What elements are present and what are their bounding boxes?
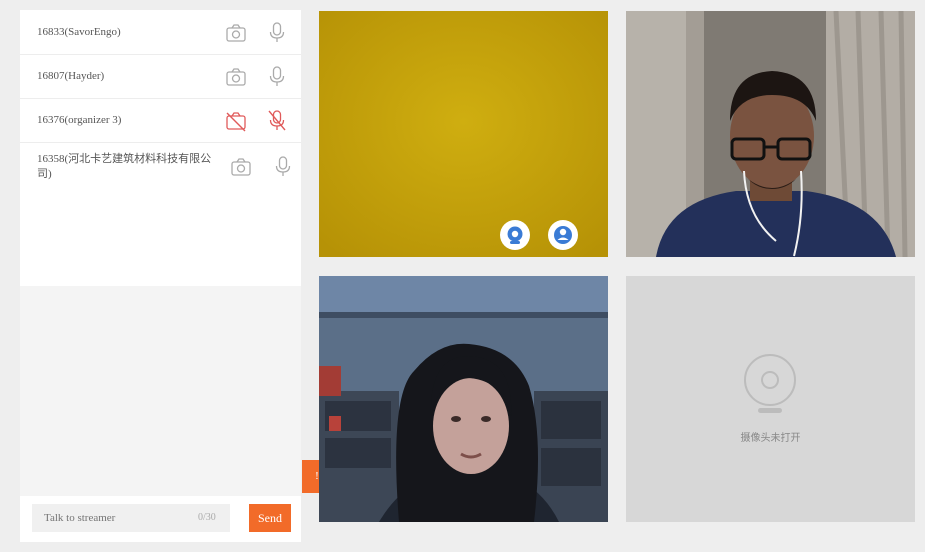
participant-row: 16833(SavorEngo) (20, 10, 301, 55)
chat-bar: 0/30 Send (20, 496, 301, 542)
video-tile-camera-off: 摄像头未打开 (626, 276, 915, 522)
user-mic-icon (554, 226, 572, 244)
camera-off-label: 摄像头未打开 (740, 433, 801, 444)
participant-name: 16807(Hayder) (37, 70, 105, 82)
participant-name: 16833(SavorEngo) (37, 26, 121, 38)
camera-icon[interactable] (225, 22, 247, 44)
send-button[interactable]: Send (249, 504, 291, 532)
microphone-icon[interactable] (272, 155, 294, 177)
camera-icon[interactable] (225, 66, 247, 88)
camera-off-icon[interactable] (225, 110, 247, 132)
participant-row: 16376(organizer 3) (20, 98, 301, 143)
participant-row: 16358(河北卡艺建筑材料科技有限公司) (20, 142, 301, 192)
video-tile-participant (319, 276, 608, 522)
microphone-off-icon[interactable] (266, 109, 288, 131)
webcam-icon (744, 354, 796, 413)
toggle-microphone-button[interactable] (548, 220, 578, 250)
participant-row: 16807(Hayder) (20, 54, 301, 99)
video-feed (626, 11, 915, 257)
toggle-camera-button[interactable] (500, 220, 530, 250)
participant-name: 16358(河北卡艺建筑材料科技有限公司) (37, 153, 212, 180)
camera-icon[interactable] (230, 156, 252, 178)
video-tile-local (319, 11, 608, 257)
participant-name: 16376(organizer 3) (37, 114, 122, 126)
video-feed (319, 276, 608, 522)
microphone-icon[interactable] (266, 21, 288, 43)
participants-panel: 16833(SavorEngo) 16807(Hayder) 16376(org… (20, 10, 301, 542)
character-counter: 0/30 (198, 512, 216, 523)
participant-list: 16833(SavorEngo) 16807(Hayder) 16376(org… (20, 10, 301, 286)
microphone-icon[interactable] (266, 65, 288, 87)
video-tile-participant (626, 11, 915, 257)
webcam-icon (507, 226, 523, 244)
